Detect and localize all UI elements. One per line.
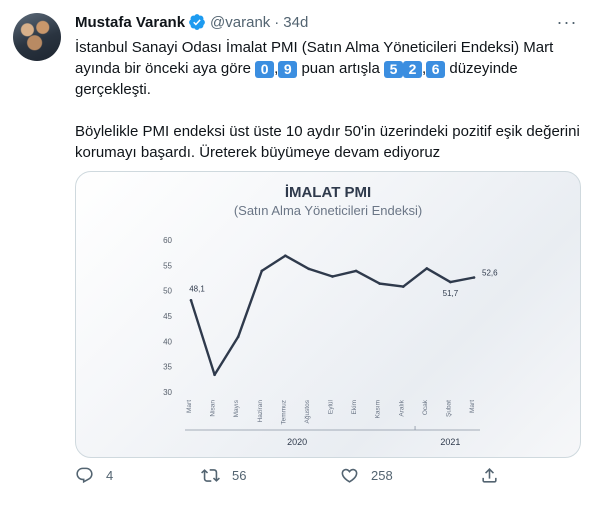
tweet-line-3: gerçekleşti. — [75, 81, 151, 98]
x-tick-label: Ekim — [351, 400, 358, 414]
like-button[interactable]: 258 — [340, 466, 393, 485]
avatar[interactable] — [13, 13, 61, 61]
data-point — [284, 254, 287, 258]
author-name[interactable]: Mustafa Varank — [75, 14, 185, 31]
share-icon — [482, 468, 497, 483]
digit-box: 6 — [426, 61, 446, 78]
like-icon — [341, 468, 358, 483]
digit-box: 9 — [278, 61, 298, 78]
data-point — [189, 298, 193, 302]
x-tick-label: Haziran — [257, 400, 264, 423]
retweet-icon — [201, 469, 220, 482]
like-count: 258 — [371, 468, 393, 483]
y-tick-label: 45 — [163, 312, 172, 321]
x-tick-label: Mart — [469, 400, 476, 413]
digit-box: 5 — [384, 61, 404, 78]
author-handle[interactable]: @varank — [210, 14, 270, 31]
y-tick-label: 35 — [163, 363, 172, 372]
tweet-header: Mustafa Varank @varank · 34d — [75, 12, 308, 32]
y-tick-label: 60 — [163, 236, 172, 245]
reply-count: 4 — [106, 468, 114, 483]
year-label: 2020 — [287, 437, 307, 447]
data-label: 52,6 — [482, 268, 498, 277]
y-tick-label: 30 — [163, 388, 172, 397]
x-tick-label: Ocak — [422, 399, 429, 415]
tweet[interactable]: Mustafa Varank @varank · 34d ··· İstanbu… — [0, 0, 601, 519]
reply-button[interactable]: 4 — [75, 466, 113, 485]
y-tick-label: 55 — [163, 261, 172, 270]
chart-subtitle: (Satın Alma Yöneticileri Endeksi) — [234, 203, 422, 218]
x-tick-label: Şubat — [445, 400, 452, 417]
data-point — [378, 282, 381, 285]
data-point — [449, 280, 452, 284]
more-options-icon[interactable]: ··· — [555, 10, 579, 34]
tweet-line-1: İstanbul Sanayi Odası İmalat PMI (Satın … — [75, 39, 554, 56]
action-bar: 4 56 258 — [75, 466, 505, 490]
reply-icon — [76, 467, 93, 484]
data-point — [236, 335, 240, 339]
verified-badge-icon — [189, 14, 205, 30]
chart-title: İMALAT PMI — [285, 184, 371, 201]
pmi-line-chart: İMALAT PMI (Satın Alma Yöneticileri Endek… — [163, 184, 498, 447]
data-point — [354, 269, 358, 273]
media-card[interactable]: İMALAT PMI (Satın Alma Yöneticileri Endek… — [75, 171, 581, 458]
series-line — [189, 254, 476, 377]
x-tick-label: Eylül — [328, 399, 335, 414]
data-point — [401, 285, 405, 288]
digit-box: 2 — [403, 61, 423, 78]
x-tick-label: Nisan — [210, 400, 217, 417]
x-tick-label: Mart — [186, 400, 193, 413]
tweet-text: İstanbul Sanayi Odası İmalat PMI (Satın … — [75, 37, 580, 163]
data-point — [260, 269, 264, 273]
tweet-line-2-post: düzeyinde — [445, 60, 518, 77]
y-tick-label: 40 — [163, 337, 172, 346]
separator: · — [274, 13, 280, 31]
data-point — [472, 276, 476, 279]
data-point — [307, 267, 311, 271]
data-label: 48,1 — [189, 284, 205, 293]
data-point — [425, 267, 429, 270]
x-tick-label: Mayıs — [233, 399, 240, 417]
x-tick-label: Ağustos — [304, 399, 311, 423]
digit-box: 0 — [255, 61, 275, 78]
tweet-line-2-mid: puan artışla — [297, 60, 385, 77]
retweet-button[interactable]: 56 — [201, 466, 246, 485]
y-tick-label: 50 — [163, 287, 172, 296]
data-point — [213, 373, 216, 377]
share-button[interactable] — [480, 466, 499, 485]
timestamp[interactable]: 34d — [283, 14, 308, 31]
x-tick-label: Aralık — [398, 399, 405, 416]
x-tick-label: Kasım — [375, 400, 382, 418]
tweet-line-2-pre: ayında bir önceki aya göre — [75, 60, 256, 77]
data-label: 51,7 — [443, 289, 459, 298]
x-tick-label: Temmuz — [280, 400, 287, 425]
tweet-paragraph-2: Böylelikle PMI endeksi üst üste 10 aydır… — [75, 123, 580, 161]
data-point — [331, 275, 334, 278]
retweet-count: 56 — [232, 468, 247, 483]
year-label: 2021 — [440, 437, 460, 447]
